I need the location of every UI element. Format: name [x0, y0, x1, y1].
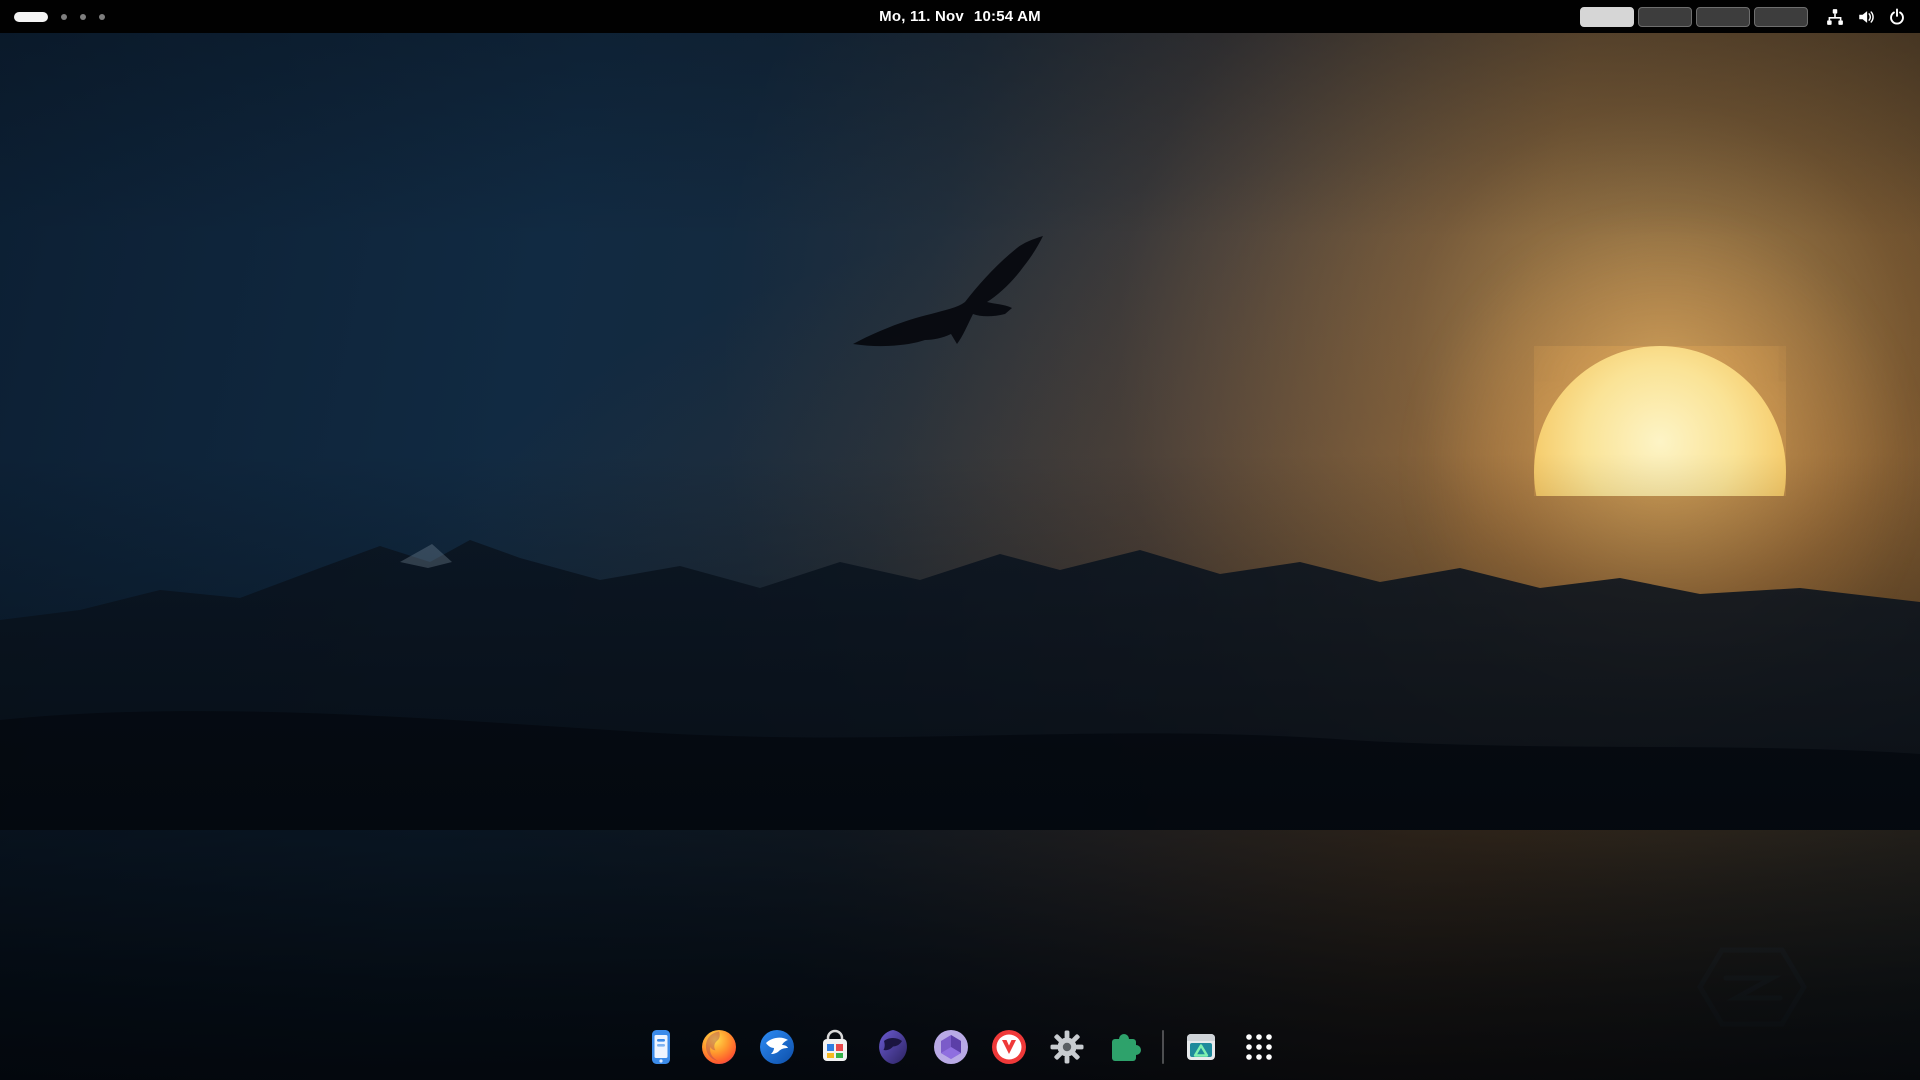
clock-time: 10:54 AM: [974, 8, 1041, 25]
thunderbird-mail-icon[interactable]: [754, 1024, 800, 1070]
recycle-utility-icon[interactable]: [1178, 1024, 1224, 1070]
os-logo-watermark: [1692, 940, 1812, 1035]
workspace-dot[interactable]: [61, 14, 67, 20]
network-icon[interactable]: [1826, 8, 1844, 26]
taskbar-window-button[interactable]: [1696, 7, 1750, 27]
taskbar-window-button[interactable]: [1580, 7, 1634, 27]
software-store-icon[interactable]: [812, 1024, 858, 1070]
taskbar-window-button[interactable]: [1638, 7, 1692, 27]
firefox-browser-icon[interactable]: [696, 1024, 742, 1070]
workspace-dot[interactable]: [80, 14, 86, 20]
workspace-dot[interactable]: [99, 14, 105, 20]
dock: [638, 1024, 1282, 1070]
desktop: Mo, 11. Nov 10:54 AM: [0, 0, 1920, 1080]
mountain-silhouette: [0, 470, 1920, 830]
boxes-app-icon[interactable]: [928, 1024, 974, 1070]
vivaldi-browser-icon[interactable]: [986, 1024, 1032, 1070]
phone-connect-icon[interactable]: [638, 1024, 684, 1070]
app-grid-icon[interactable]: [1236, 1024, 1282, 1070]
clock[interactable]: Mo, 11. Nov 10:54 AM: [879, 0, 1041, 33]
taskbar-window-buttons: [1580, 7, 1808, 27]
top-panel: Mo, 11. Nov 10:54 AM: [0, 0, 1920, 33]
tray-area: [1580, 7, 1906, 27]
settings-gear-icon[interactable]: [1044, 1024, 1090, 1070]
clock-date: Mo, 11. Nov: [879, 8, 964, 25]
taskbar-window-button[interactable]: [1754, 7, 1808, 27]
workspace-active-pill[interactable]: [14, 12, 48, 22]
dock-separator: [1162, 1030, 1164, 1064]
volume-icon[interactable]: [1857, 8, 1875, 26]
power-icon[interactable]: [1888, 8, 1906, 26]
workspace-indicator[interactable]: [14, 12, 105, 22]
extensions-puzzle-icon[interactable]: [1102, 1024, 1148, 1070]
system-tray: [1826, 8, 1906, 26]
bird-silhouette: [845, 236, 1057, 388]
purple-bird-browser-icon[interactable]: [870, 1024, 916, 1070]
